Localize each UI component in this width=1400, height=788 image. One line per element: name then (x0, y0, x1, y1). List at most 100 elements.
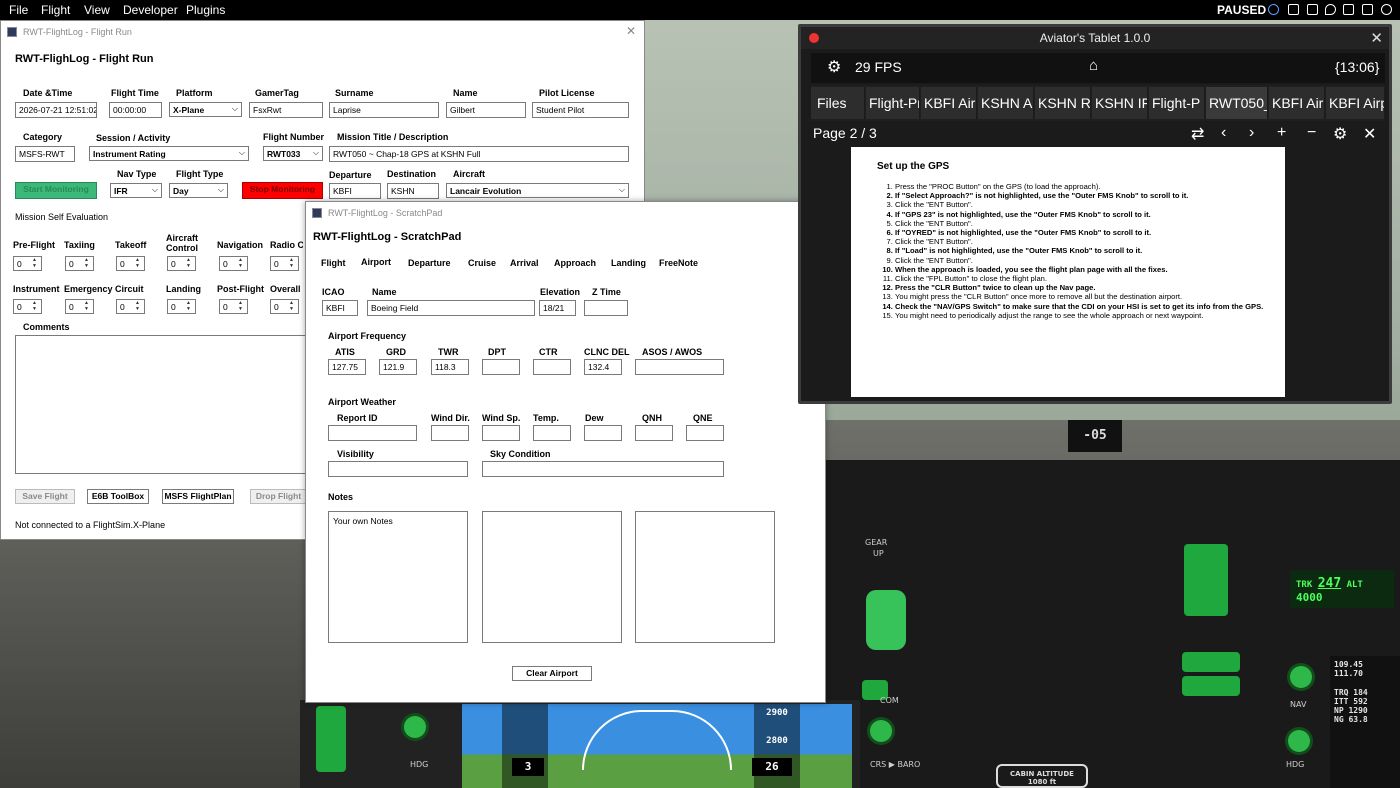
airplane-icon[interactable] (1288, 4, 1299, 15)
aircraft-select[interactable]: Lancair Evolution ⌵ (446, 183, 629, 198)
tablet-tab[interactable]: KSHN Ai (978, 87, 1034, 119)
crs-baro-knob[interactable] (870, 720, 892, 742)
nav-knob[interactable] (1290, 666, 1312, 688)
weather-icon[interactable] (1307, 4, 1318, 15)
msfs-flightplan-button[interactable]: MSFS FlightPlan (162, 489, 234, 504)
flight-time-field[interactable]: 00:00:00 (109, 102, 162, 118)
wind-dir-field[interactable] (431, 425, 469, 441)
close-icon[interactable]: ✕ (1370, 28, 1383, 50)
save-flight-button[interactable]: Save Flight (15, 489, 75, 504)
eval-post-flight-spinner[interactable]: 0 ▲ ▼ (219, 299, 248, 314)
tablet-tab[interactable]: KBFI Airp (1326, 87, 1385, 119)
eval-navigation-spinner[interactable]: 0 ▲ ▼ (219, 256, 248, 271)
eval-takeoff-spinner[interactable]: 0 ▲ ▼ (116, 256, 145, 271)
spin-down-icon[interactable]: ▼ (84, 264, 91, 269)
close-icon[interactable]: ✕ (1363, 124, 1376, 144)
tab-arrival[interactable]: Arrival (510, 258, 539, 268)
spin-down-icon[interactable]: ▼ (238, 307, 245, 312)
platform-select[interactable]: X-Plane ⌵ (169, 102, 242, 117)
hdg-knob[interactable] (404, 716, 426, 738)
zoom-in-icon[interactable]: + (1277, 124, 1286, 142)
clear-airport-button[interactable]: Clear Airport (512, 666, 592, 681)
stop-monitoring-button[interactable]: Stop Monitoring (242, 182, 323, 199)
spin-down-icon[interactable]: ▼ (135, 264, 142, 269)
menu-view[interactable]: View (84, 3, 110, 17)
tablet-tab[interactable]: Files (811, 87, 865, 119)
rotate-icon[interactable]: ⇄ (1191, 124, 1204, 144)
gear-icon[interactable]: ⚙ (827, 57, 841, 77)
spin-down-icon[interactable]: ▼ (289, 264, 296, 269)
eval-radio-com-spinner[interactable]: 0 ▲ ▼ (270, 256, 299, 271)
pilot-license-field[interactable]: Student Pilot (532, 102, 629, 118)
twr-field[interactable]: 118.3 (431, 359, 469, 375)
left-switch[interactable] (316, 706, 346, 772)
scratchpad-titlebar[interactable]: RWT-FlightLog - ScratchPad ✕ (306, 202, 825, 224)
tab-departure[interactable]: Departure (408, 258, 451, 268)
departure-field[interactable]: KBFI (329, 183, 381, 199)
notes-textarea-3[interactable] (635, 511, 775, 643)
eval-landing-spinner[interactable]: 0 ▲ ▼ (167, 299, 196, 314)
tablet-tab[interactable]: Flight-Pr (866, 87, 920, 119)
close-icon[interactable]: ✕ (626, 24, 636, 38)
info-icon[interactable] (1268, 4, 1279, 15)
airport-name-field[interactable]: Boeing Field (367, 300, 535, 316)
tablet-tab-active[interactable]: RWT050_I (1206, 87, 1268, 119)
tablet-tab[interactable]: KSHN IFR (1092, 87, 1148, 119)
notes-textarea-2[interactable] (482, 511, 622, 643)
spin-down-icon[interactable]: ▼ (32, 264, 39, 269)
tablet-tab[interactable]: KSHN RNA (1035, 87, 1091, 119)
zoom-out-icon[interactable]: − (1307, 124, 1316, 142)
spin-down-icon[interactable]: ▼ (135, 307, 142, 312)
spin-down-icon[interactable]: ▼ (84, 307, 91, 312)
dpt-field[interactable] (482, 359, 520, 375)
elevation-field[interactable]: 18/21 (539, 300, 576, 316)
surname-field[interactable]: Laprise (329, 102, 439, 118)
temp-field[interactable] (533, 425, 571, 441)
menu-plugins[interactable]: Plugins (186, 3, 225, 17)
com-button-2[interactable] (1182, 676, 1240, 696)
visibility-field[interactable] (328, 461, 468, 477)
asos-awos-field[interactable] (635, 359, 724, 375)
tablet-tab[interactable]: Flight-P (1149, 87, 1205, 119)
session-select[interactable]: Instrument Rating ⌵ (89, 146, 249, 161)
record-dot-icon[interactable] (809, 33, 819, 43)
spin-down-icon[interactable]: ▼ (238, 264, 245, 269)
tablet-tab[interactable]: KBFI Airp (1269, 87, 1325, 119)
gamertag-field[interactable]: FsxRwt (249, 102, 323, 118)
flight-run-titlebar[interactable]: RWT-FlightLog - Flight Run ✕ (1, 21, 644, 43)
eval-taxiing-spinner[interactable]: 0 ▲ ▼ (65, 256, 94, 271)
eval-circuit-spinner[interactable]: 0 ▲ ▼ (116, 299, 145, 314)
tab-landing[interactable]: Landing (611, 258, 646, 268)
tab-airport[interactable]: Airport (361, 257, 391, 267)
start-monitoring-button[interactable]: Start Monitoring (15, 182, 97, 199)
tools-icon[interactable] (1362, 4, 1373, 15)
e6b-toolbox-button[interactable]: E6B ToolBox (87, 489, 149, 504)
nav-type-select[interactable]: IFR ⌵ (110, 183, 162, 198)
eval-overall-spinner[interactable]: 0 ▲ ▼ (270, 299, 299, 314)
menu-developer[interactable]: Developer (123, 3, 178, 17)
tab-freenote[interactable]: FreeNote (659, 258, 698, 268)
tab-flight[interactable]: Flight (321, 258, 346, 268)
date-time-field[interactable]: 2026-07-21 12:51:02 (15, 102, 97, 118)
spin-down-icon[interactable]: ▼ (186, 264, 193, 269)
menu-flight[interactable]: Flight (41, 3, 70, 17)
report-id-field[interactable] (328, 425, 417, 441)
category-field[interactable]: MSFS-RWT (15, 146, 75, 162)
flight-type-select[interactable]: Day ⌵ (169, 183, 228, 198)
tab-approach[interactable]: Approach (554, 258, 596, 268)
ctr-field[interactable] (533, 359, 571, 375)
mission-field[interactable]: RWT050 ~ Chap-18 GPS at KSHN Full (329, 146, 629, 162)
dew-field[interactable] (584, 425, 622, 441)
settings-icon[interactable] (1381, 4, 1392, 15)
atis-field[interactable]: 127.75 (328, 359, 366, 375)
gear-lever[interactable] (866, 590, 906, 650)
wind-speed-field[interactable] (482, 425, 520, 441)
prev-page-icon[interactable]: ‹ (1221, 124, 1226, 142)
spin-down-icon[interactable]: ▼ (289, 307, 296, 312)
hdg-knob-right[interactable] (1288, 730, 1310, 752)
notes-textarea-1[interactable]: Your own Notes (328, 511, 468, 643)
name-field[interactable]: Gilbert (446, 102, 526, 118)
destination-field[interactable]: KSHN (387, 183, 439, 199)
qne-field[interactable] (686, 425, 724, 441)
com-button[interactable] (1182, 652, 1240, 672)
